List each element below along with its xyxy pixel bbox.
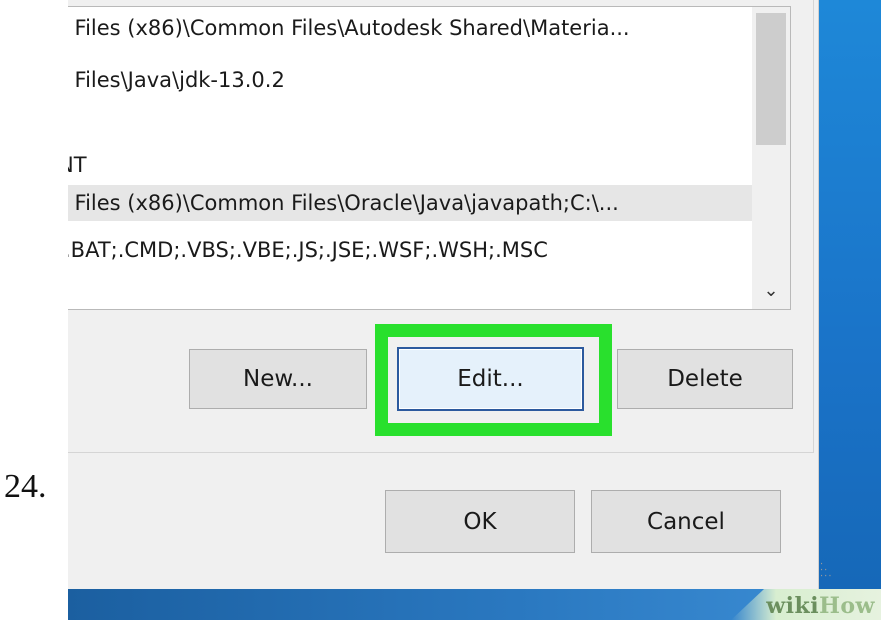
list-item[interactable]: ı Files\Java\jdk-13.0.2: [68, 62, 752, 98]
watermark-how: How: [819, 593, 875, 619]
cancel-button[interactable]: Cancel: [591, 490, 781, 553]
list-item-value: Files (x86)\Common Files\Autodesk Shared…: [74, 16, 630, 40]
system-variables-group: ı Files (x86)\Common Files\Autodesk Shar…: [68, 0, 814, 453]
environment-variables-dialog: ı Files (x86)\Common Files\Autodesk Shar…: [68, 0, 819, 590]
new-button[interactable]: New...: [189, 349, 367, 409]
list-item[interactable]: NT: [68, 147, 752, 183]
edit-button[interactable]: Edit...: [397, 347, 584, 411]
delete-button[interactable]: Delete: [617, 349, 793, 409]
vertical-scrollbar[interactable]: ⌄: [752, 7, 790, 309]
chevron-down-icon[interactable]: ⌄: [752, 275, 790, 307]
ok-button[interactable]: OK: [385, 490, 575, 553]
desktop-background: [818, 0, 881, 590]
list-item-value: Files (x86)\Common Files\Oracle\Java\jav…: [74, 191, 619, 215]
step-number: 24.: [4, 468, 47, 505]
list-item-value: .BAT;.CMD;.VBS;.VBE;.JS;.JSE;.WSF;.WSH;.…: [68, 238, 548, 262]
list-item-value: Files\Java\jdk-13.0.2: [74, 68, 285, 92]
wikihow-watermark: wikiHow: [766, 593, 875, 619]
list-item-selected[interactable]: ı Files (x86)\Common Files\Oracle\Java\j…: [68, 185, 752, 221]
screen: ı Files (x86)\Common Files\Autodesk Shar…: [68, 0, 881, 620]
watermark-wiki: wiki: [766, 593, 820, 619]
list-item[interactable]: [68, 109, 752, 145]
list-item[interactable]: .BAT;.CMD;.VBS;.VBE;.JS;.JSE;.WSF;.WSH;.…: [68, 232, 752, 268]
list-item[interactable]: ı Files (x86)\Common Files\Autodesk Shar…: [68, 10, 752, 46]
resize-grip-icon[interactable]: ⋅ ⋅⋅ ⋅⋅⋅: [820, 560, 842, 584]
scrollbar-thumb[interactable]: [756, 13, 786, 145]
list-item-value: NT: [68, 153, 87, 177]
system-variables-list[interactable]: ı Files (x86)\Common Files\Autodesk Shar…: [68, 6, 791, 310]
